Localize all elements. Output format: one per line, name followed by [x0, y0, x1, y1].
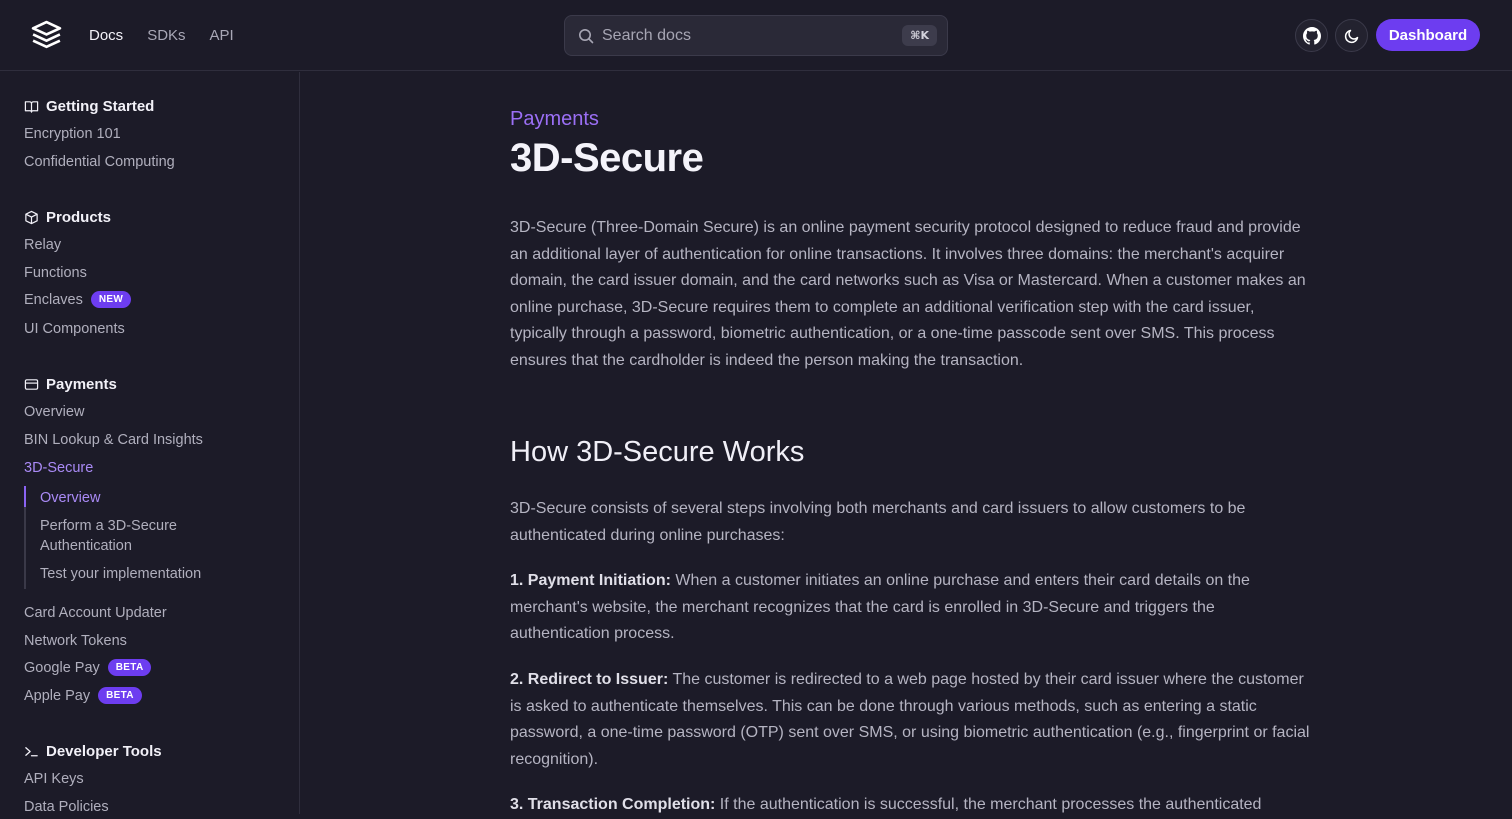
section-title: Payments: [46, 376, 117, 393]
sidebar-item-relay[interactable]: Relay: [24, 237, 61, 253]
card-icon: [24, 379, 39, 390]
step-label: 1. Payment Initiation:: [510, 572, 671, 589]
sidebar-item-api-keys[interactable]: API Keys: [24, 771, 84, 787]
nav-sdks[interactable]: SDKs: [147, 27, 185, 44]
sidebar-item-enclaves[interactable]: Enclaves NEW: [24, 291, 132, 308]
sidebar: Getting Started Encryption 101 Confident…: [0, 72, 300, 814]
github-button[interactable]: [1295, 19, 1328, 52]
step-paragraph: 1. Payment Initiation: When a customer i…: [510, 568, 1310, 648]
section-title: Developer Tools: [46, 743, 162, 760]
sidebar-item-3d-secure[interactable]: 3D-Secure: [24, 460, 93, 476]
sidebar-section-payments: Payments: [24, 376, 117, 393]
sidebar-item-functions[interactable]: Functions: [24, 265, 87, 281]
subnav-item-test-implementation[interactable]: Test your implementation: [40, 564, 201, 584]
sidebar-item-payments-overview[interactable]: Overview: [24, 404, 84, 420]
beta-badge: BETA: [107, 659, 152, 676]
search-placeholder: Search docs: [602, 26, 691, 44]
search-icon: [579, 28, 594, 43]
logo-icon[interactable]: [30, 19, 63, 52]
sidebar-item-label: Google Pay: [24, 659, 100, 676]
sidebar-item-confidential-computing[interactable]: Confidential Computing: [24, 154, 175, 170]
sidebar-item-apple-pay[interactable]: Apple Pay BETA: [24, 687, 142, 704]
sidebar-section-getting-started: Getting Started: [24, 98, 154, 115]
subnav-active-indicator: [24, 486, 26, 507]
sidebar-section-products: Products: [24, 209, 111, 226]
search-shortcut-badge: ⌘K: [902, 25, 937, 46]
nav-docs[interactable]: Docs: [89, 27, 123, 44]
sidebar-item-data-policies[interactable]: Data Policies: [24, 799, 109, 814]
sidebar-section-developer-tools: Developer Tools: [24, 743, 162, 760]
beta-badge: BETA: [98, 687, 142, 704]
book-icon: [24, 101, 39, 113]
steps-intro-paragraph: 3D-Secure consists of several steps invo…: [510, 500, 1246, 544]
cube-icon: [25, 210, 38, 225]
step-paragraph: 3. Transaction Completion: If the authen…: [510, 792, 1310, 819]
step-paragraph: 2. Redirect to Issuer: The customer is r…: [510, 667, 1310, 773]
step-label: 2. Redirect to Issuer:: [510, 671, 669, 688]
sidebar-item-label: Enclaves: [24, 291, 83, 308]
sidebar-item-google-pay[interactable]: Google Pay BETA: [24, 659, 152, 676]
step-text: If the authentication is successful, the…: [715, 796, 1262, 813]
main-nav: Docs SDKs API: [89, 0, 234, 71]
search-input[interactable]: Search docs ⌘K: [564, 15, 948, 56]
moon-icon: [1344, 29, 1358, 43]
section-title: Getting Started: [46, 98, 155, 115]
intro-paragraph: 3D-Secure (Three-Domain Secure) is an on…: [510, 219, 1306, 369]
page-eyebrow: Payments: [510, 108, 599, 130]
step-label: 3. Transaction Completion:: [510, 796, 716, 813]
section-title: Products: [46, 209, 112, 226]
theme-toggle-button[interactable]: [1335, 19, 1368, 52]
github-icon: [1302, 26, 1321, 45]
sidebar-item-encryption-101[interactable]: Encryption 101: [24, 126, 121, 142]
sidebar-item-ui-components[interactable]: UI Components: [24, 321, 125, 337]
page-title: 3D-Secure: [510, 136, 704, 180]
dashboard-button[interactable]: Dashboard: [1376, 19, 1480, 51]
sidebar-item-bin-lookup[interactable]: BIN Lookup & Card Insights: [24, 432, 203, 448]
sidebar-item-label: Apple Pay: [24, 687, 91, 704]
terminal-icon: [25, 747, 38, 757]
subnav-item-perform-authentication[interactable]: Perform a 3D-Secure Authentication: [40, 516, 230, 556]
sidebar-item-network-tokens[interactable]: Network Tokens: [24, 633, 127, 649]
section-heading: How 3D-Secure Works: [510, 436, 805, 468]
subnav-item-overview[interactable]: Overview: [40, 488, 100, 508]
new-badge: NEW: [90, 291, 132, 308]
nav-api[interactable]: API: [210, 27, 234, 44]
sidebar-item-card-account-updater[interactable]: Card Account Updater: [24, 605, 167, 621]
top-navbar: Docs SDKs API Search docs ⌘K Dashboard: [0, 0, 1512, 71]
